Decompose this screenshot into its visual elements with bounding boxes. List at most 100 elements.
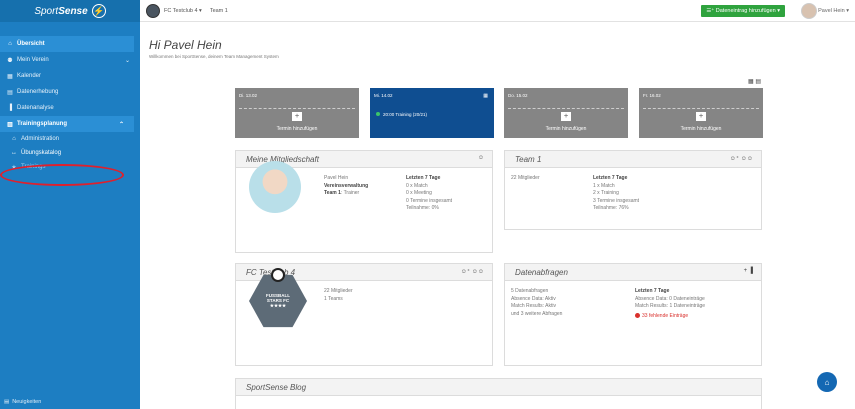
status-dot (376, 112, 380, 116)
team-stats: Letzten 7 Tage 1 x Match 2 x Training 3 … (593, 175, 639, 213)
query-line: 5 Datenabfragen (511, 288, 549, 294)
badge-stars: ★★★★ (269, 303, 287, 308)
club-card: FC Testclub 4 ☺⁺ ☺☺ FUSSBALL STARS FC ★★… (235, 263, 493, 366)
sidebar-nav: ⌂ Übersicht ⚉ Mein Verein ⌄ ▦ Kalender ▤… (0, 36, 140, 174)
query-line: Match Results: Aktiv (511, 303, 557, 310)
stat-line: 2 x Training (593, 190, 619, 197)
stat-line: 0 x Meeting (406, 190, 432, 197)
team-members: 22 Mitglieder (511, 175, 540, 181)
team-selector[interactable]: Team 1 (210, 8, 228, 14)
clipboard-icon: ▤ (7, 89, 13, 96)
missing-entries[interactable]: 33 fehlende Einträge (635, 312, 705, 321)
blog-card: SportSense Blog (235, 378, 762, 409)
avatar[interactable] (801, 3, 817, 19)
sidebar-item-administration[interactable]: ⌂ Administration (0, 132, 140, 146)
sidebar-item-label: Übersicht (17, 41, 45, 47)
graduation-cap-icon: ⌂ (824, 377, 830, 387)
news-label: Neuigkeiten (12, 399, 42, 405)
news-link[interactable]: ▤ Neuigkeiten (0, 395, 140, 409)
sidebar-item-label: Übungskatalog (21, 150, 62, 156)
lightning-icon: ⚡ (91, 4, 106, 18)
stat-line: 3 Termine insgesamt (593, 197, 640, 204)
avatar (249, 161, 301, 213)
stat-line: 0 x Match (406, 182, 428, 189)
day-date: Di. 13.02 (239, 93, 258, 98)
club-users-icon[interactable]: ☺⁺ ☺☺ (461, 268, 484, 275)
calendar-day[interactable]: Do. 15.02 + Termin hinzufügen (504, 88, 628, 138)
stat-line: Absence Data: 0 Dateneinträge (635, 295, 705, 302)
football-icon (271, 268, 285, 282)
club-info: 22 Mitglieder 1 Teams (324, 288, 353, 303)
book-icon: ▥ (7, 121, 13, 128)
dumbbell-icon: ↔ (11, 150, 17, 156)
divider (508, 108, 624, 109)
query-line: Absence Data: Aktiv (511, 295, 556, 302)
team-users-icon[interactable]: ☺⁺ ☺☺ (730, 155, 753, 162)
sidebar-item-label: Mein Verein (17, 57, 49, 63)
queries-stats: Letzten 7 Tage Absence Data: 0 Dateneint… (635, 288, 705, 320)
home-icon: ⌂ (8, 41, 12, 47)
add-data-entry-button[interactable]: ☰⁺ Dateneintrag hinzufügen ▾ (701, 5, 785, 17)
add-chart-icon[interactable]: + ▐ (744, 268, 753, 274)
stat-line: 1 x Match (593, 182, 615, 189)
user-icon[interactable]: ☺ (478, 155, 484, 161)
sidebar-item-uebungskatalog[interactable]: ↔ Übungskatalog (0, 146, 140, 160)
stat-line: Match Results: 1 Dateneinträge (635, 303, 706, 310)
calendar-icon: ▦ (483, 93, 488, 99)
add-calendar-icon[interactable]: + (292, 112, 302, 121)
highlight-annotation (0, 164, 124, 186)
add-appointment-label[interactable]: Termin hinzufügen (639, 126, 763, 132)
add-appointment-label[interactable]: Termin hinzufügen (504, 126, 628, 132)
sidebar-item-label: Trainingsplanung (17, 121, 68, 127)
calendar-view-icons[interactable]: ▦ ▤ (748, 78, 761, 85)
sidebar-item-datenerhebung[interactable]: ▤ Datenerhebung (0, 84, 140, 100)
calendar-event[interactable]: 20:00 Training (20/21) (376, 112, 427, 117)
card-title: Team 1 (515, 154, 542, 164)
member-role: Vereinsverwaltung (324, 182, 369, 189)
add-calendar-icon[interactable]: + (696, 112, 706, 121)
newspaper-icon: ▤ (4, 399, 10, 405)
sidebar-item-mein-verein[interactable]: ⚉ Mein Verein ⌄ (0, 52, 140, 68)
club-logo[interactable] (146, 3, 160, 18)
help-chat-button[interactable]: ⌂ (817, 372, 837, 392)
member-team[interactable]: Team 1 (324, 190, 341, 196)
club-members: 22 Mitglieder (324, 288, 353, 294)
stat-line: 0 Termine insgesamt (406, 197, 453, 204)
club-badge: FUSSBALL STARS FC ★★★★ (249, 268, 307, 330)
add-calendar-icon[interactable]: + (561, 112, 571, 121)
club-teams: 1 Teams (324, 295, 343, 302)
member-name: Pavel Hein (324, 175, 349, 181)
queries-card: Datenabfragen + ▐ 5 Datenabfragen Absenc… (504, 263, 762, 366)
sidebar-item-label: Datenerhebung (17, 89, 59, 95)
chevron-down-icon: ⌄ (124, 57, 130, 64)
sidebar-item-label: Datenanalyse (17, 105, 54, 111)
membership-stats: Letzten 7 Tage 0 x Match 0 x Meeting 0 T… (406, 175, 452, 213)
sidebar-item-uebersicht[interactable]: ⌂ Übersicht (0, 36, 134, 52)
query-line[interactable]: und 3 weitere Abfragen (511, 311, 562, 319)
event-label: 20:00 Training (20/21) (383, 112, 428, 117)
calendar-day[interactable]: Fr. 16.02 + Termin hinzufügen (639, 88, 763, 138)
member-team-role: : Trainer (340, 190, 360, 197)
card-header: Team 1 ☺⁺ ☺☺ (505, 151, 761, 168)
user-menu[interactable]: Pavel Hein ▾ (818, 8, 849, 14)
card-title: Datenabfragen (515, 267, 568, 277)
day-date: Do. 15.02 (508, 93, 528, 98)
sidebar-item-datenanalyse[interactable]: ▐ Datenanalyse (0, 100, 140, 116)
top-bar: FC Testclub 4 ▾ Team 1 ☰⁺ Dateneintrag h… (140, 0, 855, 22)
brand-logo[interactable]: SportSense ⚡ (0, 0, 140, 22)
sidebar-item-trainingsplanung[interactable]: ▥ Trainingsplanung ⌃ (0, 116, 134, 132)
calendar-day-today[interactable]: Mi. 14.02 ▦ 20:00 Training (20/21) (370, 88, 494, 138)
stat-line: Teilnahme: 76% (593, 205, 629, 212)
club-selector[interactable]: FC Testclub 4 ▾ (164, 8, 202, 14)
card-header: SportSense Blog (236, 379, 761, 396)
sidebar-item-label: Kalender (17, 73, 42, 79)
chevron-up-icon: ⌃ (118, 121, 124, 128)
stats-title: Letzten 7 Tage (593, 175, 628, 181)
sidebar-item-kalender[interactable]: ▦ Kalender (0, 68, 140, 84)
add-appointment-label[interactable]: Termin hinzufügen (235, 126, 359, 132)
calendar-day[interactable]: Di. 13.02 + Termin hinzufügen (235, 88, 359, 138)
day-date: Fr. 16.02 (643, 93, 661, 98)
stats-title: Letzten 7 Tage (635, 288, 670, 294)
team-card: Team 1 ☺⁺ ☺☺ 22 Mitglieder Letzten 7 Tag… (504, 150, 762, 230)
sidebar-item-label: Administration (21, 136, 60, 142)
